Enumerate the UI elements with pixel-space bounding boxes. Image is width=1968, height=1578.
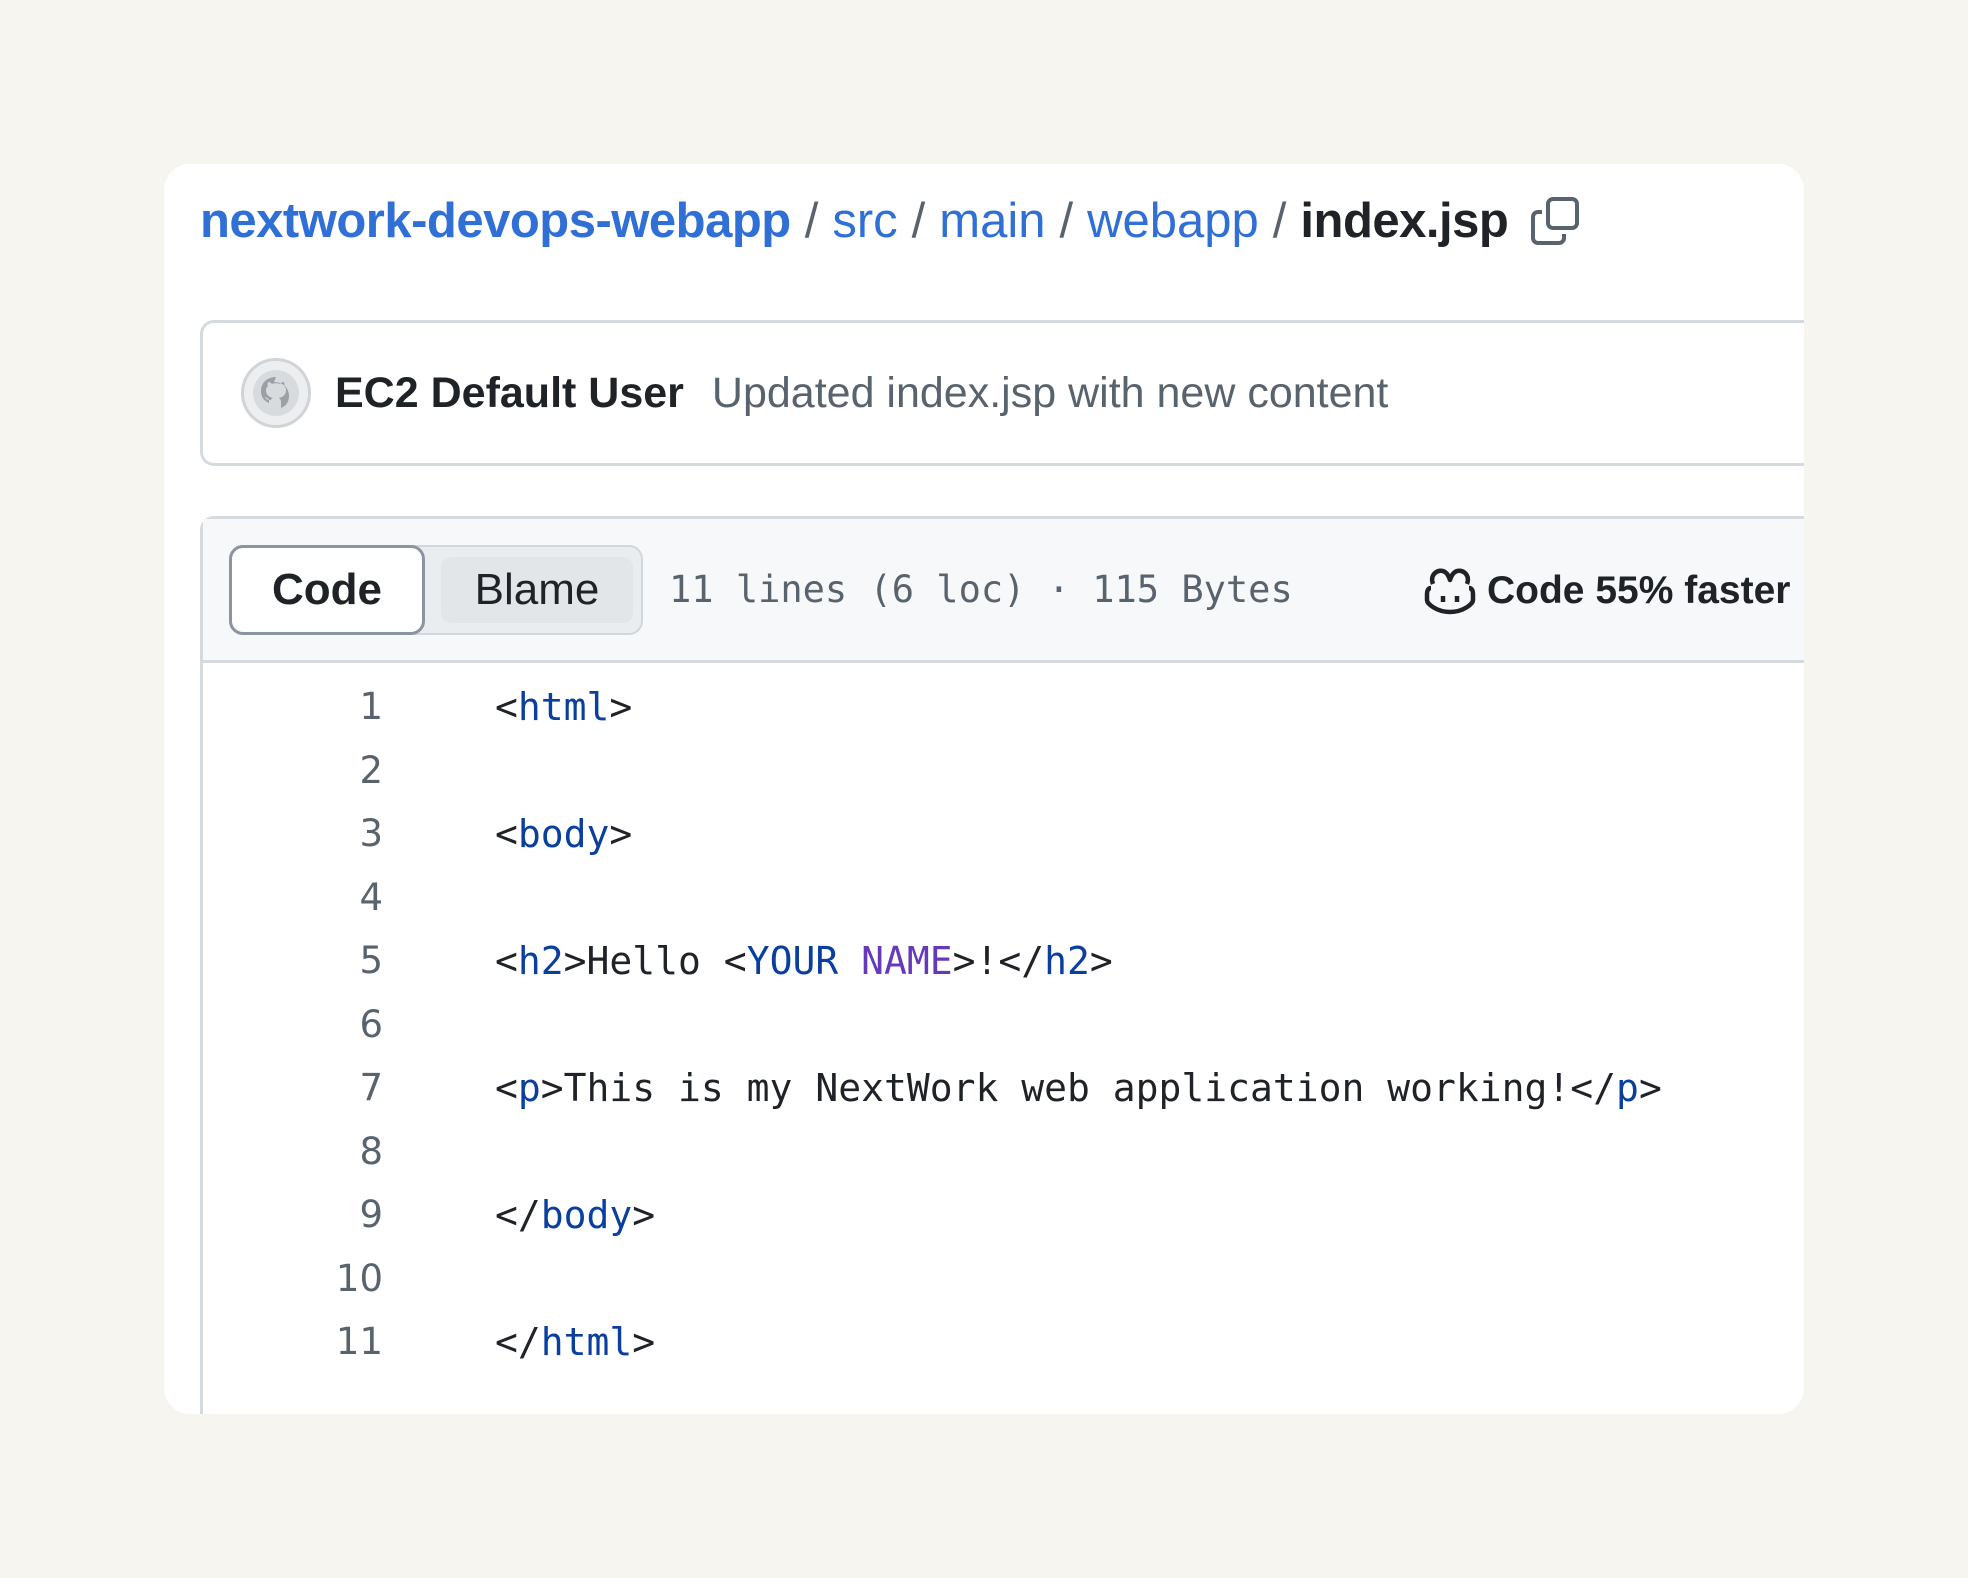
file-header: Code Blame 11 lines (6 loc) · 115 Bytes … <box>203 519 1804 663</box>
code-token: >This is my NextWork web application wor… <box>540 1065 1617 1110</box>
code-token: > <box>609 811 633 856</box>
code-token: NAME <box>861 938 953 983</box>
copy-icon[interactable] <box>1528 194 1582 248</box>
code-token: </ <box>495 1192 541 1237</box>
code-line: 7 <p>This is my NextWork web application … <box>203 1056 1804 1120</box>
line-number[interactable]: 3 <box>203 812 383 855</box>
breadcrumb-separator: / <box>1059 194 1074 248</box>
line-number[interactable]: 10 <box>203 1257 383 1300</box>
line-number[interactable]: 2 <box>203 749 383 792</box>
tab-code[interactable]: Code <box>229 544 425 635</box>
code-token: h2 <box>1044 938 1090 983</box>
line-number[interactable]: 1 <box>203 685 383 728</box>
code-text: <html> <box>495 685 632 729</box>
breadcrumb-src-link[interactable]: src <box>832 193 897 249</box>
code-token: >Hello < <box>563 938 747 983</box>
github-octocat-icon[interactable] <box>241 358 311 428</box>
code-line: 6 <box>203 993 1804 1057</box>
code-text: </html> <box>495 1320 655 1364</box>
code-token: < <box>495 938 518 983</box>
code-line: 3 <body> <box>203 802 1804 866</box>
code-line: 10 <box>203 1247 1804 1311</box>
copilot-icon <box>1424 568 1476 615</box>
code-line: 1 <html> <box>203 675 1804 739</box>
code-text: </body> <box>495 1193 655 1237</box>
code-text: <body> <box>495 812 632 856</box>
breadcrumb-current-file: index.jsp <box>1300 194 1509 248</box>
code-token: > <box>1089 938 1113 983</box>
code-token: < <box>495 684 518 729</box>
copilot-promo[interactable]: Code 55% faster <box>1423 519 1790 663</box>
breadcrumb-separator: / <box>911 194 926 248</box>
code-token: < <box>495 1065 518 1110</box>
code-token: > <box>1638 1065 1662 1110</box>
commit-author[interactable]: EC2 Default User <box>335 369 684 418</box>
code-token: p <box>1616 1065 1639 1110</box>
code-token: < <box>495 811 518 856</box>
code-token: > <box>632 1319 656 1364</box>
line-number[interactable]: 4 <box>203 876 383 919</box>
code-text: <p>This is my NextWork web application w… <box>495 1066 1662 1110</box>
view-mode-toggle: Code Blame <box>229 544 643 635</box>
breadcrumb-repo-link[interactable]: nextwork-devops-webapp <box>200 193 791 249</box>
code-line: 8 <box>203 1120 1804 1184</box>
code-line: 11 </html> <box>203 1310 1804 1374</box>
file-view-card: nextwork-devops-webapp / src / main / we… <box>164 164 1804 1414</box>
code-text: <h2>Hello <YOUR NAME>!</h2> <box>495 939 1113 983</box>
code-token: html <box>540 1319 633 1364</box>
file-info: 11 lines (6 loc) · 115 Bytes <box>669 568 1293 611</box>
copilot-label: Code 55% faster <box>1487 569 1791 612</box>
commit-message[interactable]: Updated index.jsp with new content <box>712 369 1388 418</box>
code-token: YOUR <box>746 938 839 983</box>
code-line: 9 </body> <box>203 1183 1804 1247</box>
code-line: 4 <box>203 866 1804 930</box>
code-line: 5 <h2>Hello <YOUR NAME>!</h2> <box>203 929 1804 993</box>
latest-commit-box: EC2 Default User Updated index.jsp with … <box>200 320 1804 466</box>
breadcrumb-separator: / <box>804 194 819 248</box>
tab-blame[interactable]: Blame <box>441 556 633 623</box>
line-number[interactable]: 5 <box>203 939 383 982</box>
line-number[interactable]: 11 <box>203 1320 383 1363</box>
code-line: 2 <box>203 739 1804 803</box>
line-number[interactable]: 9 <box>203 1193 383 1236</box>
line-number[interactable]: 8 <box>203 1130 383 1173</box>
breadcrumb: nextwork-devops-webapp / src / main / we… <box>200 186 1582 256</box>
breadcrumb-separator: / <box>1272 194 1287 248</box>
code-token: > <box>632 1192 656 1237</box>
code-token: p <box>517 1065 541 1110</box>
line-number[interactable]: 7 <box>203 1066 383 1109</box>
code-token: html <box>517 684 610 729</box>
file-content-box: Code Blame 11 lines (6 loc) · 115 Bytes … <box>200 516 1804 1414</box>
breadcrumb-webapp-link[interactable]: webapp <box>1087 193 1259 249</box>
code-token: h2 <box>517 938 564 983</box>
code-token: body <box>540 1192 633 1237</box>
code-token: </ <box>495 1319 541 1364</box>
code-viewer[interactable]: 1 <html> 2 3 <body> 4 5 <h2>Hello <YOUR NAME>!<… <box>203 663 1804 1374</box>
code-token: >!</ <box>952 938 1045 983</box>
code-token: > <box>609 684 633 729</box>
breadcrumb-main-link[interactable]: main <box>939 193 1045 249</box>
code-token: body <box>517 811 610 856</box>
line-number[interactable]: 6 <box>203 1003 383 1046</box>
